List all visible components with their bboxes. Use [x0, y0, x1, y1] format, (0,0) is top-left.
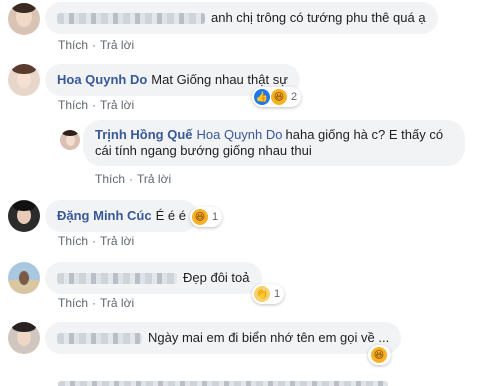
haha-icon: 😆 — [371, 347, 387, 363]
avatar[interactable] — [60, 130, 80, 150]
like-link[interactable]: Thích — [58, 296, 88, 310]
comment-actions: Thích · Trả lời — [95, 172, 175, 186]
reaction-count: 1 — [212, 211, 219, 223]
comment-bubble: Đẹp đôi toả — [45, 262, 262, 294]
reply-link[interactable]: Trả lời — [100, 296, 134, 310]
comment-bubble: anh chị trông có tướng phu thê quá ạ — [45, 2, 438, 34]
separator-dot: · — [92, 98, 97, 112]
haha-icon: 😆 — [192, 209, 208, 225]
reaction-badge[interactable]: 😆 — [368, 345, 391, 365]
like-link[interactable]: Thích — [58, 38, 88, 52]
comment-text: Đẹp đôi toả — [183, 270, 250, 285]
like-icon: 👍 — [254, 89, 270, 105]
blurred-author-name — [57, 333, 142, 345]
comment-actions: Thích · Trả lời — [58, 98, 138, 112]
reply-link[interactable]: Trả lời — [137, 172, 171, 186]
comment-text: Ngày mai em đi biển nhớ tên em gọi về ..… — [148, 330, 390, 345]
reply-link[interactable]: Trả lời — [100, 234, 134, 248]
comment-bubble: Đặng Minh Cúc É é é — [45, 200, 198, 232]
comment-actions: Thích · Trả lời — [58, 296, 138, 310]
like-link[interactable]: Thích — [58, 98, 88, 112]
reply-link[interactable]: Trả lời — [100, 38, 134, 52]
avatar[interactable] — [8, 200, 40, 232]
reaction-badge[interactable]: 👍 😆 2 — [252, 87, 302, 107]
reaction-badge[interactable]: 😆 1 — [190, 207, 223, 227]
cut-off-comment-row — [0, 378, 494, 386]
author-name[interactable]: Hoa Quynh Do — [57, 72, 147, 87]
author-name[interactable]: Đặng Minh Cúc — [57, 208, 152, 223]
reply-link[interactable]: Trả lời — [100, 98, 134, 112]
comment-text: anh chị trông có tướng phu thê quá ạ — [211, 10, 426, 25]
comment-text: É é é — [155, 208, 186, 223]
reaction-count: 1 — [274, 288, 281, 300]
separator-dot: · — [92, 38, 97, 52]
like-link[interactable]: Thích — [58, 234, 88, 248]
author-name[interactable]: Trịnh Hồng Quế — [95, 127, 193, 142]
reaction-count: 2 — [291, 91, 298, 103]
haha-icon: 😆 — [271, 89, 287, 105]
avatar[interactable] — [8, 322, 40, 354]
mention-link[interactable]: Hoa Quynh Do — [197, 127, 283, 142]
reaction-badge[interactable]: 👏 1 — [252, 284, 285, 304]
separator-dot: · — [92, 296, 97, 310]
avatar[interactable] — [8, 64, 40, 96]
clap-icon: 👏 — [254, 286, 270, 302]
comment-text: Mat Giống nhau thật sự — [151, 72, 288, 87]
separator-dot: · — [92, 234, 97, 248]
comment-bubble: Ngày mai em đi biển nhớ tên em gọi về ..… — [45, 322, 402, 354]
comment-actions: Thích · Trả lời — [58, 234, 138, 248]
blurred-text — [58, 381, 388, 386]
separator-dot: · — [129, 172, 134, 186]
avatar[interactable] — [8, 3, 40, 35]
avatar[interactable] — [8, 262, 40, 294]
like-link[interactable]: Thích — [95, 172, 125, 186]
comment-bubble: Trịnh Hồng Quế Hoa Quynh Do haha giống hà … — [83, 120, 465, 166]
blurred-author-name — [57, 13, 205, 25]
comment-actions: Thích · Trả lời — [58, 38, 138, 52]
blurred-author-name — [57, 273, 177, 285]
